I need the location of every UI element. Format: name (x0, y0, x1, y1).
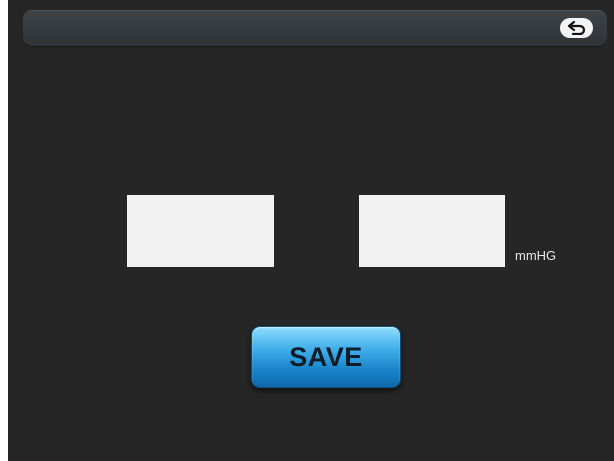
save-button[interactable]: SAVE (251, 326, 401, 388)
bp-entry-screen: mmHG SAVE (8, 0, 614, 461)
unit-label: mmHG (515, 248, 557, 263)
systolic-input[interactable] (127, 195, 274, 267)
back-button[interactable] (560, 18, 593, 38)
diastolic-input[interactable] (359, 195, 505, 267)
top-bar (23, 10, 607, 46)
save-button-label: SAVE (289, 341, 363, 372)
back-arrow-icon (567, 21, 585, 35)
